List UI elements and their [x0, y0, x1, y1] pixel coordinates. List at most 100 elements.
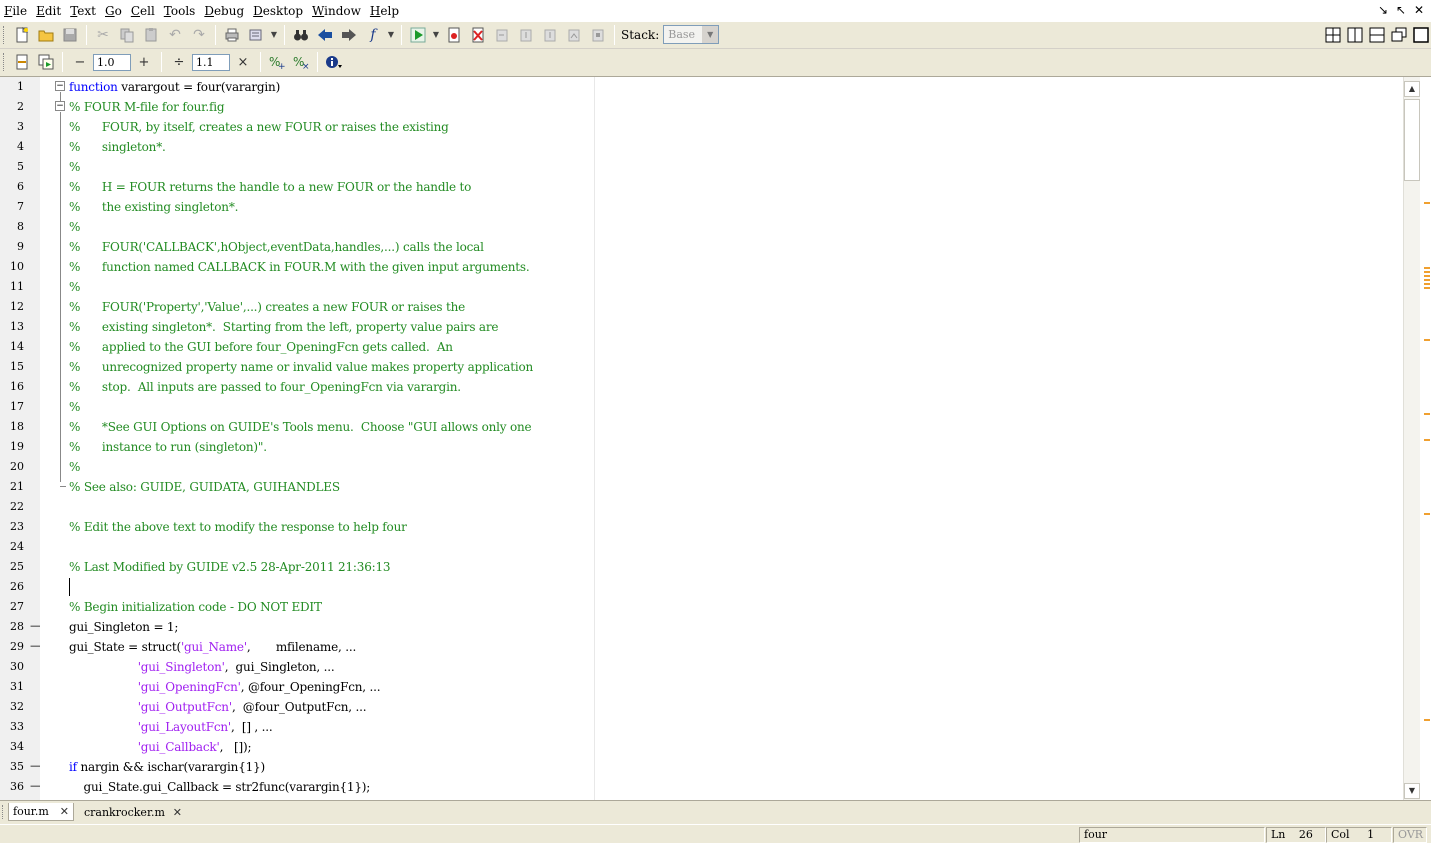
stack-dropdown[interactable]: Base ▼ [663, 25, 720, 44]
function-dropdown-icon[interactable]: ▼ [385, 24, 397, 46]
new-file-icon[interactable] [10, 24, 34, 46]
warning-marker[interactable] [1424, 202, 1430, 204]
decrement-button[interactable]: − [71, 55, 89, 70]
redo-icon[interactable]: ↷ [187, 24, 211, 46]
warning-marker[interactable] [1424, 339, 1430, 341]
run-icon[interactable] [406, 24, 430, 46]
warning-marker[interactable] [1424, 413, 1430, 415]
cut-icon[interactable]: ✂ [91, 24, 115, 46]
code-line[interactable]: % stop. All inputs are passed to four_Op… [69, 377, 461, 397]
close-icon[interactable]: ✕ [173, 806, 182, 819]
code-line[interactable]: % Last Modified by GUIDE v2.5 28-Apr-201… [69, 557, 391, 577]
code-line[interactable]: if nargin && ischar(varargin{1}) [69, 757, 265, 777]
tile-horizontal-icon[interactable] [1367, 25, 1387, 45]
undo-icon[interactable]: ↶ [163, 24, 187, 46]
menu-tools[interactable]: Tools [160, 0, 201, 21]
continue-icon[interactable] [562, 24, 586, 46]
code-line[interactable]: gui_State.gui_Callback = str2func(vararg… [69, 777, 370, 797]
go-back-icon[interactable] [313, 24, 337, 46]
scrollbar-thumb[interactable] [1404, 99, 1420, 181]
code-line[interactable]: % applied to the GUI before four_Opening… [69, 337, 453, 357]
code-line[interactable]: % H = FOUR returns the handle to a new F… [69, 177, 471, 197]
comment-percent-remove-icon[interactable]: % × [289, 51, 313, 73]
close-icon[interactable]: ✕ [60, 805, 69, 818]
go-forward-icon[interactable] [337, 24, 361, 46]
tab-crankrocker-m[interactable]: crankrocker.m ✕ [80, 803, 186, 821]
code-line[interactable]: function varargout = four(varargin) [69, 77, 280, 97]
print-icon[interactable] [220, 24, 244, 46]
function-fx-icon[interactable]: f [361, 24, 385, 46]
open-folder-icon[interactable] [34, 24, 58, 46]
insert-cell-divider-icon[interactable] [10, 51, 34, 73]
code-line[interactable]: % FOUR('CALLBACK',hObject,eventData,hand… [69, 237, 484, 257]
publish-dropdown-icon[interactable]: ▼ [268, 24, 280, 46]
menu-desktop[interactable]: Desktop [249, 0, 308, 21]
divide-button[interactable]: ÷ [170, 55, 188, 70]
code-line[interactable]: 'gui_OutputFcn', @four_OutputFcn, ... [69, 697, 367, 717]
menu-go[interactable]: Go [101, 0, 127, 21]
copy-icon[interactable] [115, 24, 139, 46]
evaluate-cell-icon[interactable] [34, 51, 58, 73]
code-text-area[interactable]: function varargout = four(varargin) % FOU… [69, 77, 1399, 801]
code-line[interactable]: % unrecognized property name or invalid … [69, 357, 533, 377]
increment-button[interactable]: + [135, 55, 153, 70]
increment-value-input[interactable] [93, 53, 131, 71]
set-breakpoint-icon[interactable] [442, 24, 466, 46]
info-icon[interactable] [322, 51, 346, 73]
code-line[interactable]: 'gui_OpeningFcn', @four_OpeningFcn, ... [69, 677, 381, 697]
code-line[interactable]: 'gui_LayoutFcn', [] , ... [69, 717, 273, 737]
code-line[interactable]: % [69, 457, 80, 477]
code-line[interactable]: % [69, 157, 80, 177]
step-out-icon[interactable] [538, 24, 562, 46]
tile-grid-icon[interactable] [1323, 25, 1343, 45]
menu-file[interactable]: File [0, 0, 32, 21]
float-window-icon[interactable] [1389, 25, 1409, 45]
warning-marker[interactable] [1424, 267, 1430, 269]
warning-marker[interactable] [1424, 287, 1430, 289]
close-icon[interactable]: ✕ [1411, 2, 1427, 18]
code-line[interactable]: 'gui_Singleton', gui_Singleton, ... [69, 657, 335, 677]
tabbar-grip[interactable] [2, 805, 5, 819]
toolbar-grip[interactable] [3, 25, 7, 44]
code-line[interactable]: % existing singleton*. Starting from the… [69, 317, 498, 337]
menu-cell[interactable]: Cell [127, 0, 160, 21]
clear-breakpoints-icon[interactable] [466, 24, 490, 46]
warning-marker[interactable] [1424, 719, 1430, 721]
tile-vertical-icon[interactable] [1345, 25, 1365, 45]
mlint-marker-bar[interactable] [1421, 77, 1431, 801]
exit-debug-icon[interactable] [586, 24, 610, 46]
warning-marker[interactable] [1424, 513, 1430, 515]
fold-toggle-icon[interactable]: − [55, 81, 65, 91]
code-line[interactable]: % *See GUI Options on GUIDE's Tools menu… [69, 417, 532, 437]
scroll-down-icon[interactable]: ▼ [1404, 783, 1420, 799]
maximize-icon[interactable]: ↖ [1393, 2, 1409, 18]
multiply-button[interactable]: × [234, 55, 252, 70]
menu-help[interactable]: Help [366, 0, 404, 21]
warning-marker[interactable] [1424, 271, 1430, 273]
scroll-up-icon[interactable]: ▲ [1404, 81, 1420, 97]
warning-marker[interactable] [1424, 439, 1430, 441]
code-editor[interactable]: 1 2 3 4 5 6 7 8 9 10 11 12 13 14 15 16 17 18 19 20 21 22 23 24 2… [0, 76, 1431, 801]
code-line[interactable]: % Begin initialization code - DO NOT EDI… [69, 597, 322, 617]
code-line[interactable]: % function named CALLBACK in FOUR.M with… [69, 257, 530, 277]
code-folding-margin[interactable]: − − [40, 77, 68, 801]
menu-edit[interactable]: Edit [32, 0, 66, 21]
step-icon[interactable] [490, 24, 514, 46]
toolbar-grip[interactable] [3, 53, 7, 71]
menu-debug[interactable]: Debug [200, 0, 249, 21]
code-line[interactable]: % See also: GUIDE, GUIDATA, GUIHANDLES [69, 477, 340, 497]
warning-marker[interactable] [1424, 279, 1430, 281]
code-line[interactable]: % [69, 277, 80, 297]
divide-value-input[interactable] [192, 53, 230, 71]
publish-icon[interactable] [244, 24, 268, 46]
code-line[interactable]: % FOUR('Property','Value',...) creates a… [69, 297, 465, 317]
vertical-scrollbar[interactable]: ▲ ▼ [1403, 77, 1420, 801]
maximize-document-icon[interactable] [1411, 25, 1431, 45]
warning-marker[interactable] [1424, 275, 1430, 277]
code-line[interactable]: % [69, 397, 80, 417]
code-line[interactable]: gui_State = struct('gui_Name', mfilename… [69, 637, 356, 657]
tab-four-m[interactable]: four.m ✕ [8, 803, 74, 821]
code-line[interactable]: % Edit the above text to modify the resp… [69, 517, 407, 537]
undock-icon[interactable]: ↘ [1375, 2, 1391, 18]
code-line[interactable]: gui_Singleton = 1; [69, 617, 178, 637]
